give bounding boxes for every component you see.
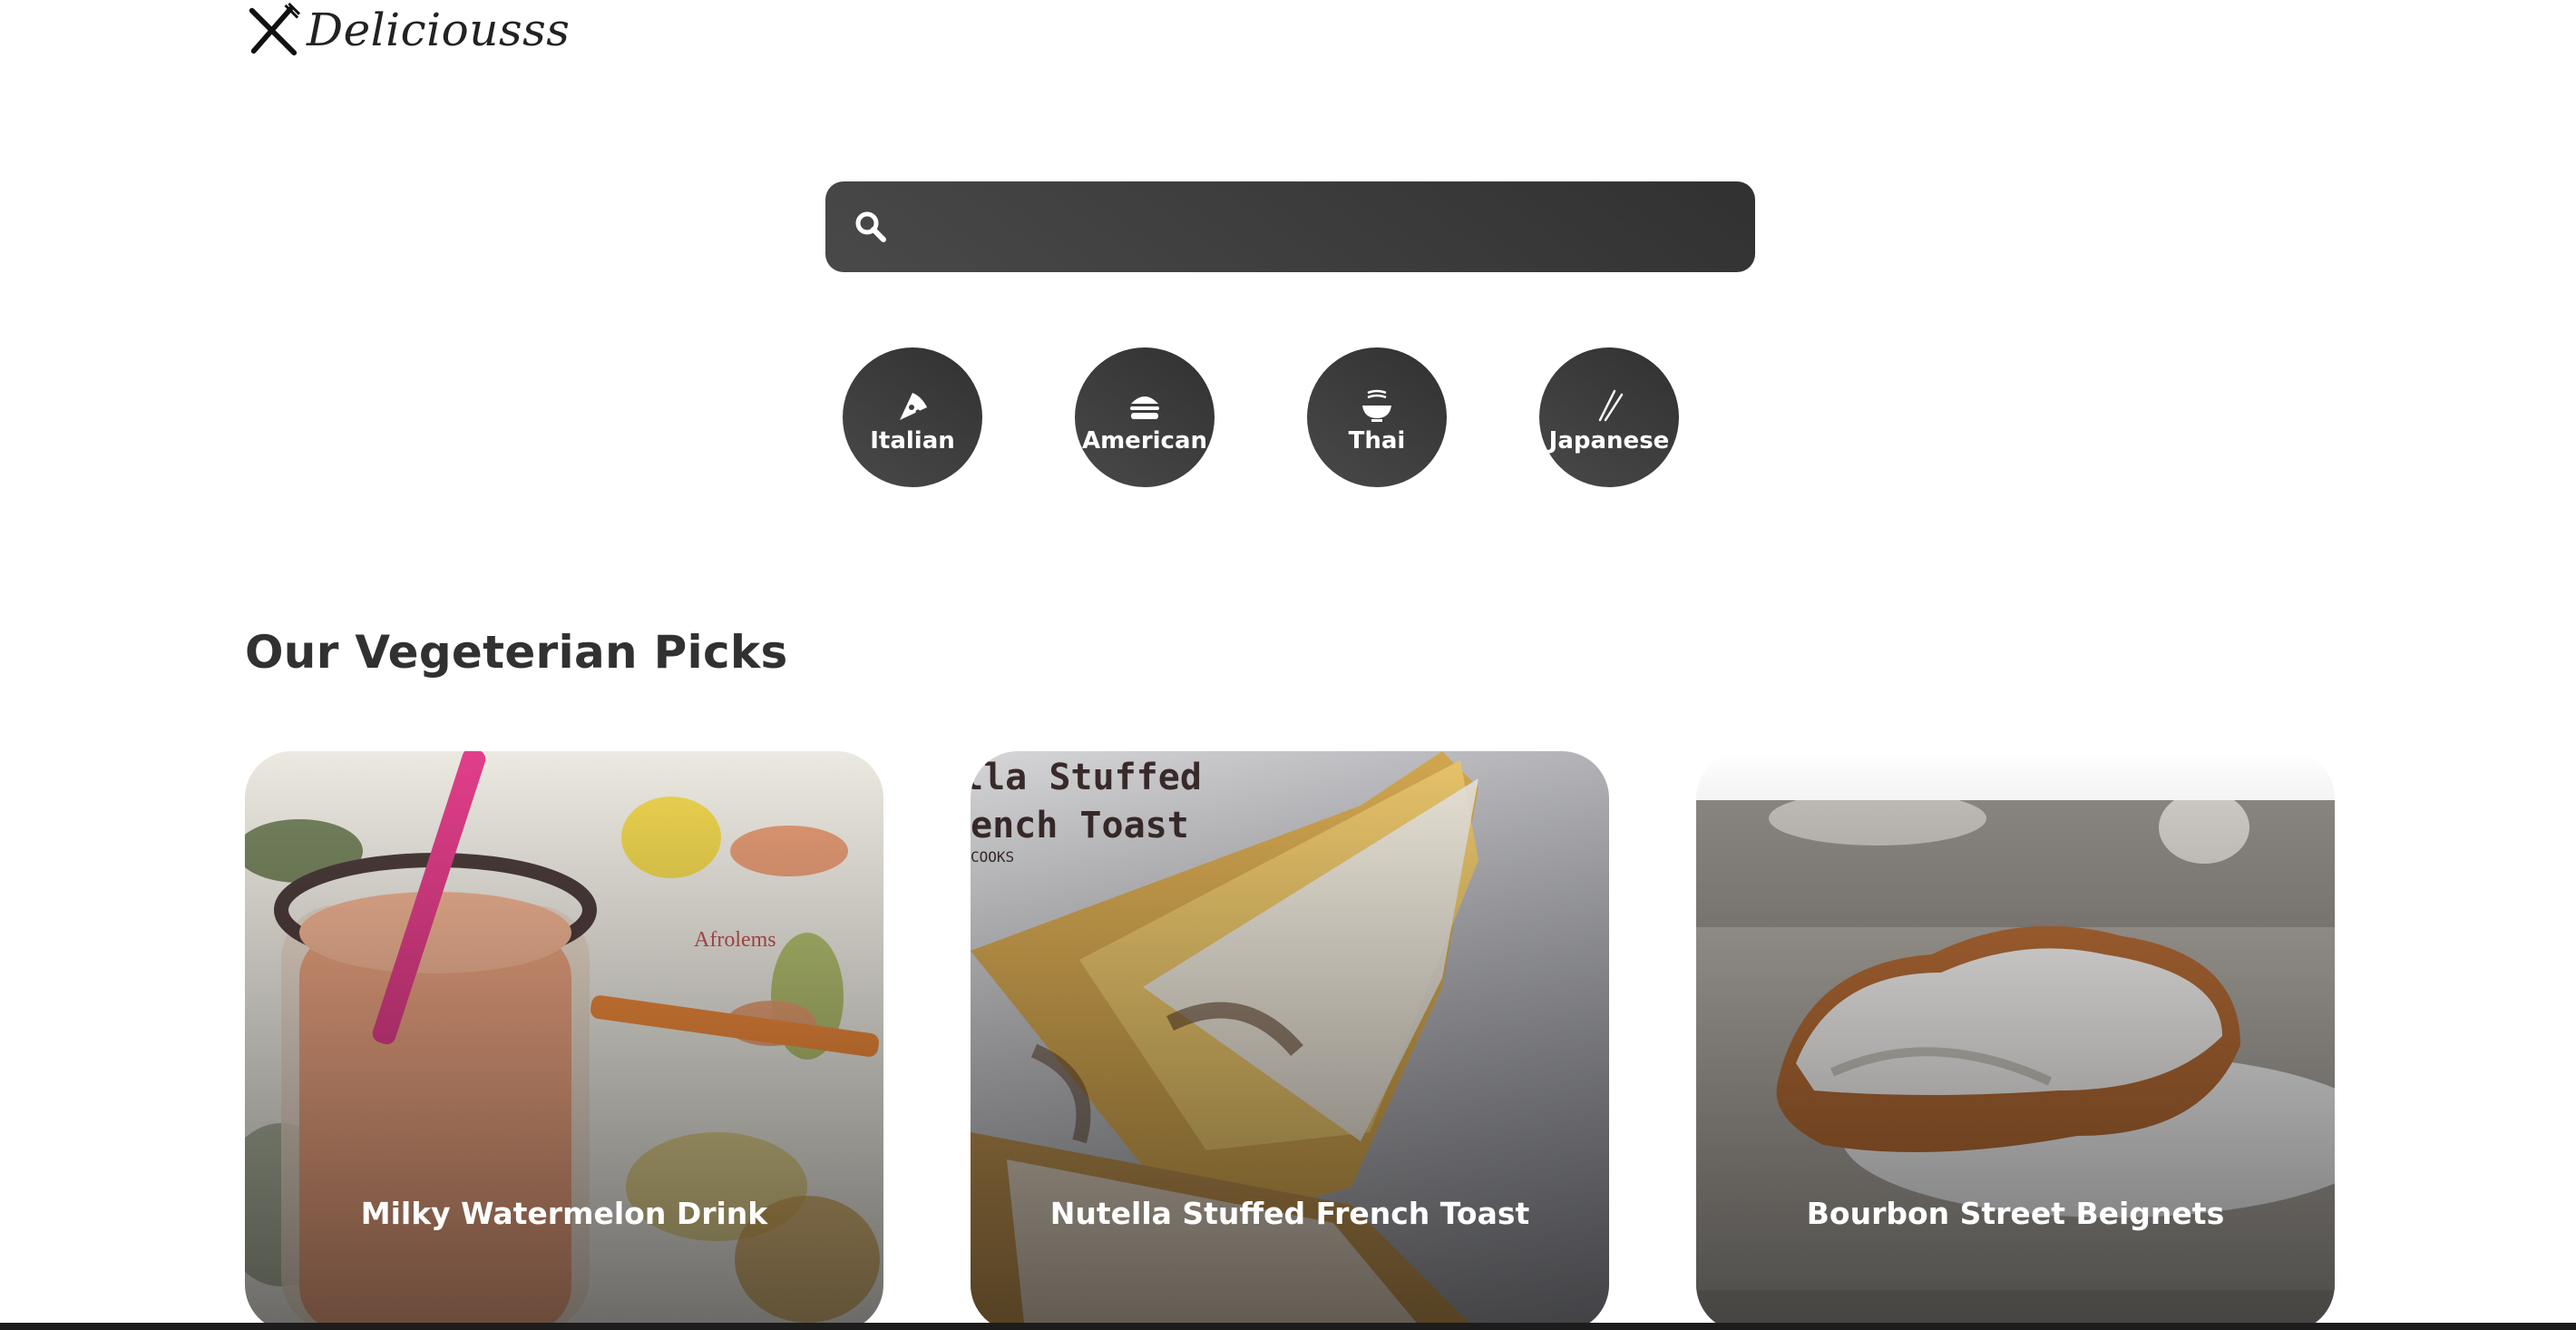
category-label: Italian bbox=[870, 427, 955, 455]
search-icon bbox=[855, 211, 886, 242]
page: Deliciousss Italian American Thai Japane… bbox=[0, 0, 2576, 1330]
category-label: Japanese bbox=[1548, 427, 1670, 455]
search-bar bbox=[825, 181, 1755, 272]
image-overlay bbox=[1696, 751, 2335, 1330]
category-american[interactable]: American bbox=[1075, 347, 1215, 487]
image-overlay bbox=[971, 751, 1609, 1330]
category-label: Thai bbox=[1348, 427, 1406, 455]
bottom-bar bbox=[0, 1323, 2576, 1330]
category-label: American bbox=[1081, 427, 1208, 455]
logo-link[interactable]: Deliciousss bbox=[245, 2, 570, 58]
category-list: Italian American Thai Japanese bbox=[843, 347, 1679, 487]
recipe-carousel: Afrolems Milky Watermelon Drink lla Stuf… bbox=[245, 751, 2335, 1330]
image-overlay bbox=[245, 751, 883, 1330]
fork-knife-icon bbox=[249, 2, 301, 56]
recipe-title: Milky Watermelon Drink bbox=[360, 1196, 768, 1231]
pizza-icon bbox=[900, 393, 927, 420]
recipe-title: Nutella Stuffed French Toast bbox=[1049, 1196, 1530, 1231]
section-title: Our Vegeterian Picks bbox=[245, 626, 788, 679]
recipe-card[interactable]: Bourbon Street Beignets bbox=[1696, 751, 2335, 1330]
recipe-title: Bourbon Street Beignets bbox=[1806, 1196, 2225, 1231]
category-japanese[interactable]: Japanese bbox=[1539, 347, 1679, 487]
recipe-card[interactable]: lla Stuffed ench Toast COOKS Nutella Stu… bbox=[971, 751, 1609, 1330]
recipe-card[interactable]: Afrolems Milky Watermelon Drink bbox=[245, 751, 883, 1330]
category-italian[interactable]: Italian bbox=[843, 347, 982, 487]
logo-text: Deliciousss bbox=[307, 4, 571, 56]
search-input[interactable] bbox=[887, 181, 1755, 272]
noodle-bowl-icon bbox=[1362, 389, 1391, 422]
hamburger-icon bbox=[1130, 396, 1159, 419]
chopsticks-icon bbox=[1598, 389, 1624, 422]
category-thai[interactable]: Thai bbox=[1307, 347, 1447, 487]
